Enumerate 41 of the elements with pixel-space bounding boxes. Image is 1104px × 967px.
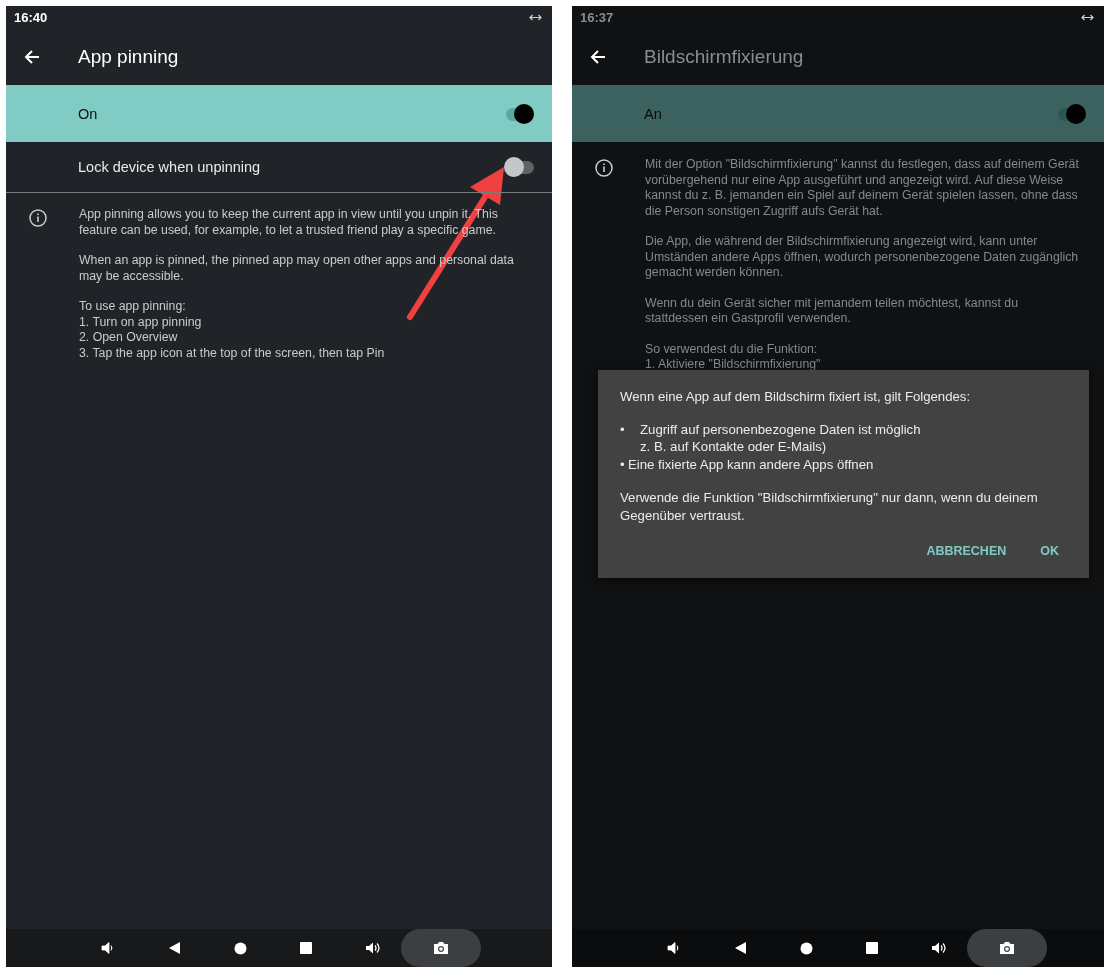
- home-circle-icon[interactable]: [800, 941, 813, 955]
- info-paragraph: So verwendest du die Funktion: 1. Aktiviere "Bildschirmfixierung": [645, 341, 822, 373]
- back-arrow-icon[interactable]: [590, 48, 606, 65]
- back-arrow-icon[interactable]: [24, 48, 40, 65]
- volume-down-icon[interactable]: [101, 941, 115, 955]
- info-paragraph: To use app pinning: 1. Turn on app pinning 2. Open Overview 3. Tap the app icon at the top of the screen, then tap Pin: [79, 299, 386, 361]
- page-title: App pinning: [78, 45, 179, 68]
- rotate-icon: [1081, 12, 1094, 22]
- dialog-text: Wenn eine App auf dem Bildschirm fixiert ist, gilt Folgendes:: [620, 388, 972, 406]
- screenshot-button[interactable]: [967, 929, 1047, 967]
- dialog-button[interactable]: OK: [1032, 538, 1067, 564]
- status-time: 16:40: [14, 9, 48, 25]
- toggle-switch[interactable]: [504, 102, 534, 125]
- info-paragraph: Mit der Option "Bildschirmfixierung" kannst du festlegen, dass auf deinem Gerät vorübergehend nur eine App ausgeführt und angezeigt wird. Auf diese Weise kannst du z. B. jemanden ein Spiel auf deinem Gerät spielen lassen, ohne dass die Person sonstigen Zugriff aufs Gerät hat.: [645, 157, 1080, 219]
- home-circle-icon[interactable]: [234, 941, 247, 955]
- camera-icon: [999, 941, 1015, 955]
- camera-icon: [433, 941, 449, 955]
- dialog-button[interactable]: ABBRECHEN: [918, 538, 1015, 564]
- toggle-switch[interactable]: [504, 156, 534, 178]
- screenshot-button[interactable]: [401, 929, 481, 967]
- volume-up-icon[interactable]: [365, 941, 381, 955]
- back-triangle-icon[interactable]: [734, 941, 747, 955]
- bullet-mark: •: [620, 420, 626, 439]
- status-time: 16:37: [580, 9, 614, 25]
- bullet-text: Zugriff auf personenbezogene Daten ist möglich z. B. auf Kontakte oder E-Mails): [640, 420, 921, 456]
- dialog-text: Verwende die Funktion "Bildschirmfixierung" nur dann, wenn du deinem Gegenüber vertraust.: [620, 489, 1039, 524]
- toggle-switch[interactable]: [1056, 102, 1086, 125]
- volume-down-icon[interactable]: [667, 941, 681, 955]
- page-title: Bildschirmfixierung: [644, 45, 804, 68]
- switch-label: Lock device when unpinning: [78, 159, 261, 175]
- info-icon: [595, 159, 613, 177]
- info-paragraph: Die App, die während der Bildschirmfixierung angezeigt wird, kann unter Umständen andere Apps öffnen, wodurch personenbezogene Daten zugänglich gemacht werden können.: [645, 234, 1080, 281]
- rotate-icon: [529, 12, 542, 22]
- info-icon: [29, 209, 47, 227]
- bullet-text: Eine fixierte App kann andere Apps öffnen: [628, 455, 874, 473]
- back-triangle-icon[interactable]: [168, 941, 181, 955]
- volume-up-icon[interactable]: [931, 941, 947, 955]
- bullet-mark: •: [620, 455, 626, 473]
- switch-label: On: [78, 105, 98, 122]
- info-paragraph: Wenn du dein Gerät sicher mit jemandem teilen möchtest, kannst du stattdessen ein Gastprofil verwenden.: [645, 295, 1019, 327]
- switch-label: An: [644, 105, 662, 122]
